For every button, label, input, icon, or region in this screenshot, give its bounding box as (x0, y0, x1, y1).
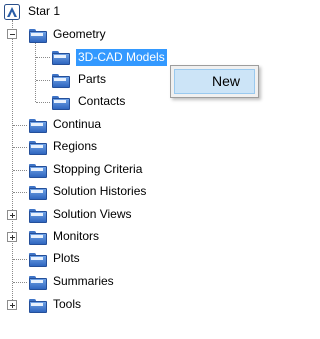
tree-node-continua[interactable]: Continua (26, 115, 146, 135)
simulation-tree: Star 1 Geometry 3D-CAD Models Parts Cont… (0, 0, 300, 339)
folder-icon (29, 118, 47, 133)
folder-icon (29, 185, 47, 200)
tree-label-regions: Regions (53, 139, 98, 153)
tree-label-root: Star 1 (28, 4, 61, 18)
tree-line-h (13, 125, 27, 126)
folder-icon (29, 28, 47, 43)
expand-monitors-icon[interactable] (7, 232, 17, 242)
tree-line-h (13, 170, 27, 171)
tree-label-stopping-criteria: Stopping Criteria (53, 162, 143, 176)
tree-node-regions[interactable]: Regions (26, 137, 146, 157)
tree-label-solution-views: Solution Views (53, 207, 132, 221)
context-menu: New (170, 65, 259, 98)
tree-label-parts: Parts (78, 72, 107, 86)
tree-label-contacts: Contacts (78, 94, 126, 108)
tree-label-3d-cad-models: 3D-CAD Models (76, 49, 167, 66)
tree-label-summaries: Summaries (53, 274, 114, 288)
folder-icon (29, 163, 47, 178)
tree-line-geometry (35, 43, 36, 102)
tree-line-h (36, 102, 50, 103)
tree-line-h (13, 192, 27, 193)
tree-node-monitors[interactable]: Monitors (26, 227, 146, 247)
folder-icon (29, 252, 47, 267)
tree-node-geometry[interactable]: Geometry (26, 25, 146, 45)
tree-label-solution-histories: Solution Histories (53, 184, 147, 198)
tree-node-summaries[interactable]: Summaries (26, 272, 146, 292)
folder-icon (29, 140, 47, 155)
folder-icon (29, 230, 47, 245)
tree-label-tools: Tools (53, 297, 82, 311)
tree-label-geometry: Geometry (53, 27, 106, 41)
tree-node-solution-histories[interactable]: Solution Histories (26, 182, 186, 202)
tree-node-parts[interactable]: Parts (50, 70, 150, 90)
folder-icon (29, 208, 47, 223)
folder-icon (52, 95, 70, 110)
tree-node-3d-cad-models[interactable]: 3D-CAD Models (50, 47, 180, 67)
folder-icon (52, 73, 70, 88)
folder-icon (29, 275, 47, 290)
collapse-geometry-icon[interactable] (7, 29, 17, 39)
tree-line-h (13, 282, 27, 283)
tree-node-tools[interactable]: Tools (26, 295, 146, 315)
tree-line-h (13, 147, 27, 148)
tree-line-h (36, 80, 50, 81)
folder-icon (29, 298, 47, 313)
context-menu-new[interactable]: New (174, 69, 255, 94)
tree-node-plots[interactable]: Plots (26, 249, 146, 269)
tree-label-plots: Plots (53, 251, 80, 265)
tree-line-h (36, 57, 50, 58)
folder-icon (52, 50, 70, 65)
tree-node-root[interactable]: Star 1 (0, 2, 120, 22)
tree-label-monitors: Monitors (53, 229, 100, 243)
tree-node-stopping-criteria[interactable]: Stopping Criteria (26, 160, 186, 180)
tree-line-root (12, 20, 13, 304)
expand-tools-icon[interactable] (7, 300, 17, 310)
tree-node-solution-views[interactable]: Solution Views (26, 205, 176, 225)
tree-node-contacts[interactable]: Contacts (50, 92, 150, 112)
app-icon (4, 4, 20, 20)
tree-line-h (13, 259, 27, 260)
tree-label-continua: Continua (53, 117, 102, 131)
expand-solution-views-icon[interactable] (7, 210, 17, 220)
